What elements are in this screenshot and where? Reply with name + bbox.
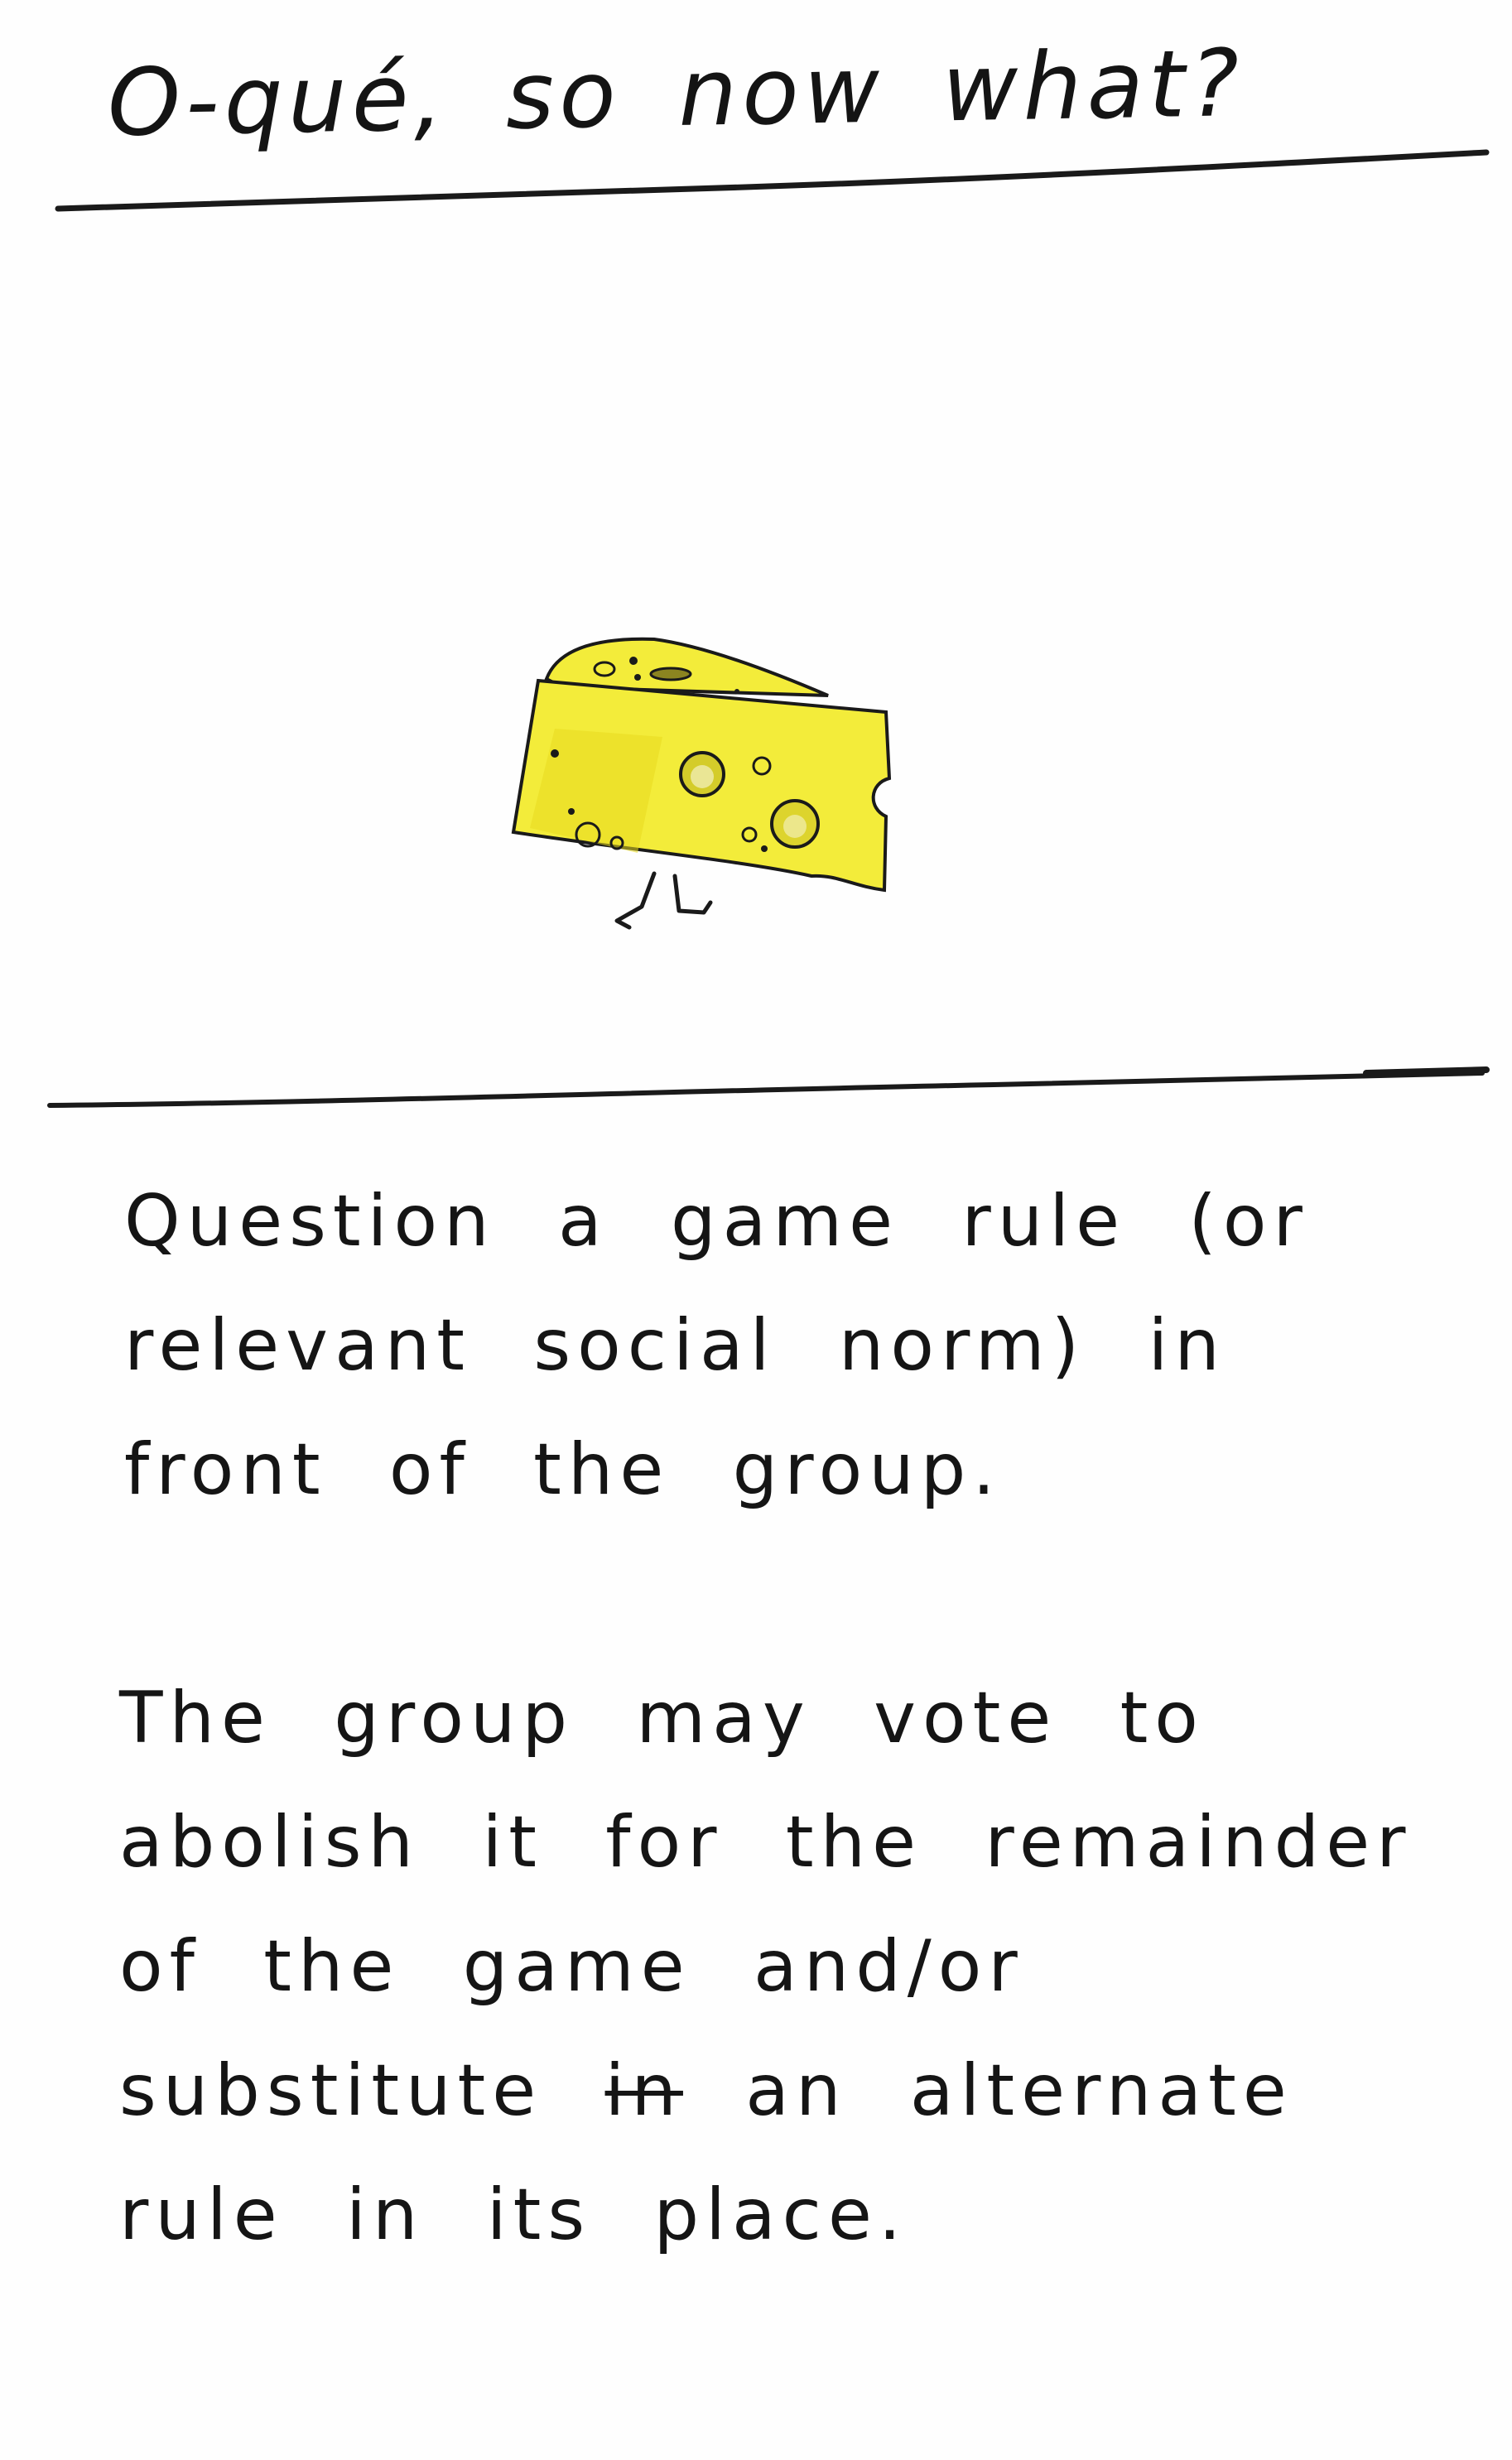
struck-word: in	[604, 2049, 683, 2132]
cheese-hole	[761, 845, 768, 852]
title-divider	[55, 149, 1490, 212]
rule-paragraph-1: Question a game rule (or relevant social…	[124, 1180, 1309, 1511]
cheese-hole	[691, 765, 714, 788]
cheese-hole	[649, 667, 692, 681]
cheese-hole	[568, 808, 575, 815]
rule-text: Question a game rule (or relevant social…	[119, 1159, 1416, 2277]
card-title: O-qué, so now what?	[106, 30, 1245, 157]
cheese-hole	[629, 657, 638, 665]
cheese-leg	[614, 871, 657, 930]
illustration-divider-accent	[1363, 1066, 1490, 1076]
cheese-leg	[672, 874, 713, 915]
cheese-hole	[634, 674, 641, 681]
cheese-hole	[734, 689, 739, 694]
rule-paragraph-2: The group may vote to abolish it for the…	[119, 1656, 1416, 2277]
cheese-hole	[783, 815, 807, 838]
cheese-illustration	[497, 613, 927, 977]
cheese-hole	[551, 749, 559, 758]
illustration-divider	[47, 1071, 1485, 1108]
game-card: O-qué, so now what? Question a game rule…	[0, 0, 1512, 2460]
